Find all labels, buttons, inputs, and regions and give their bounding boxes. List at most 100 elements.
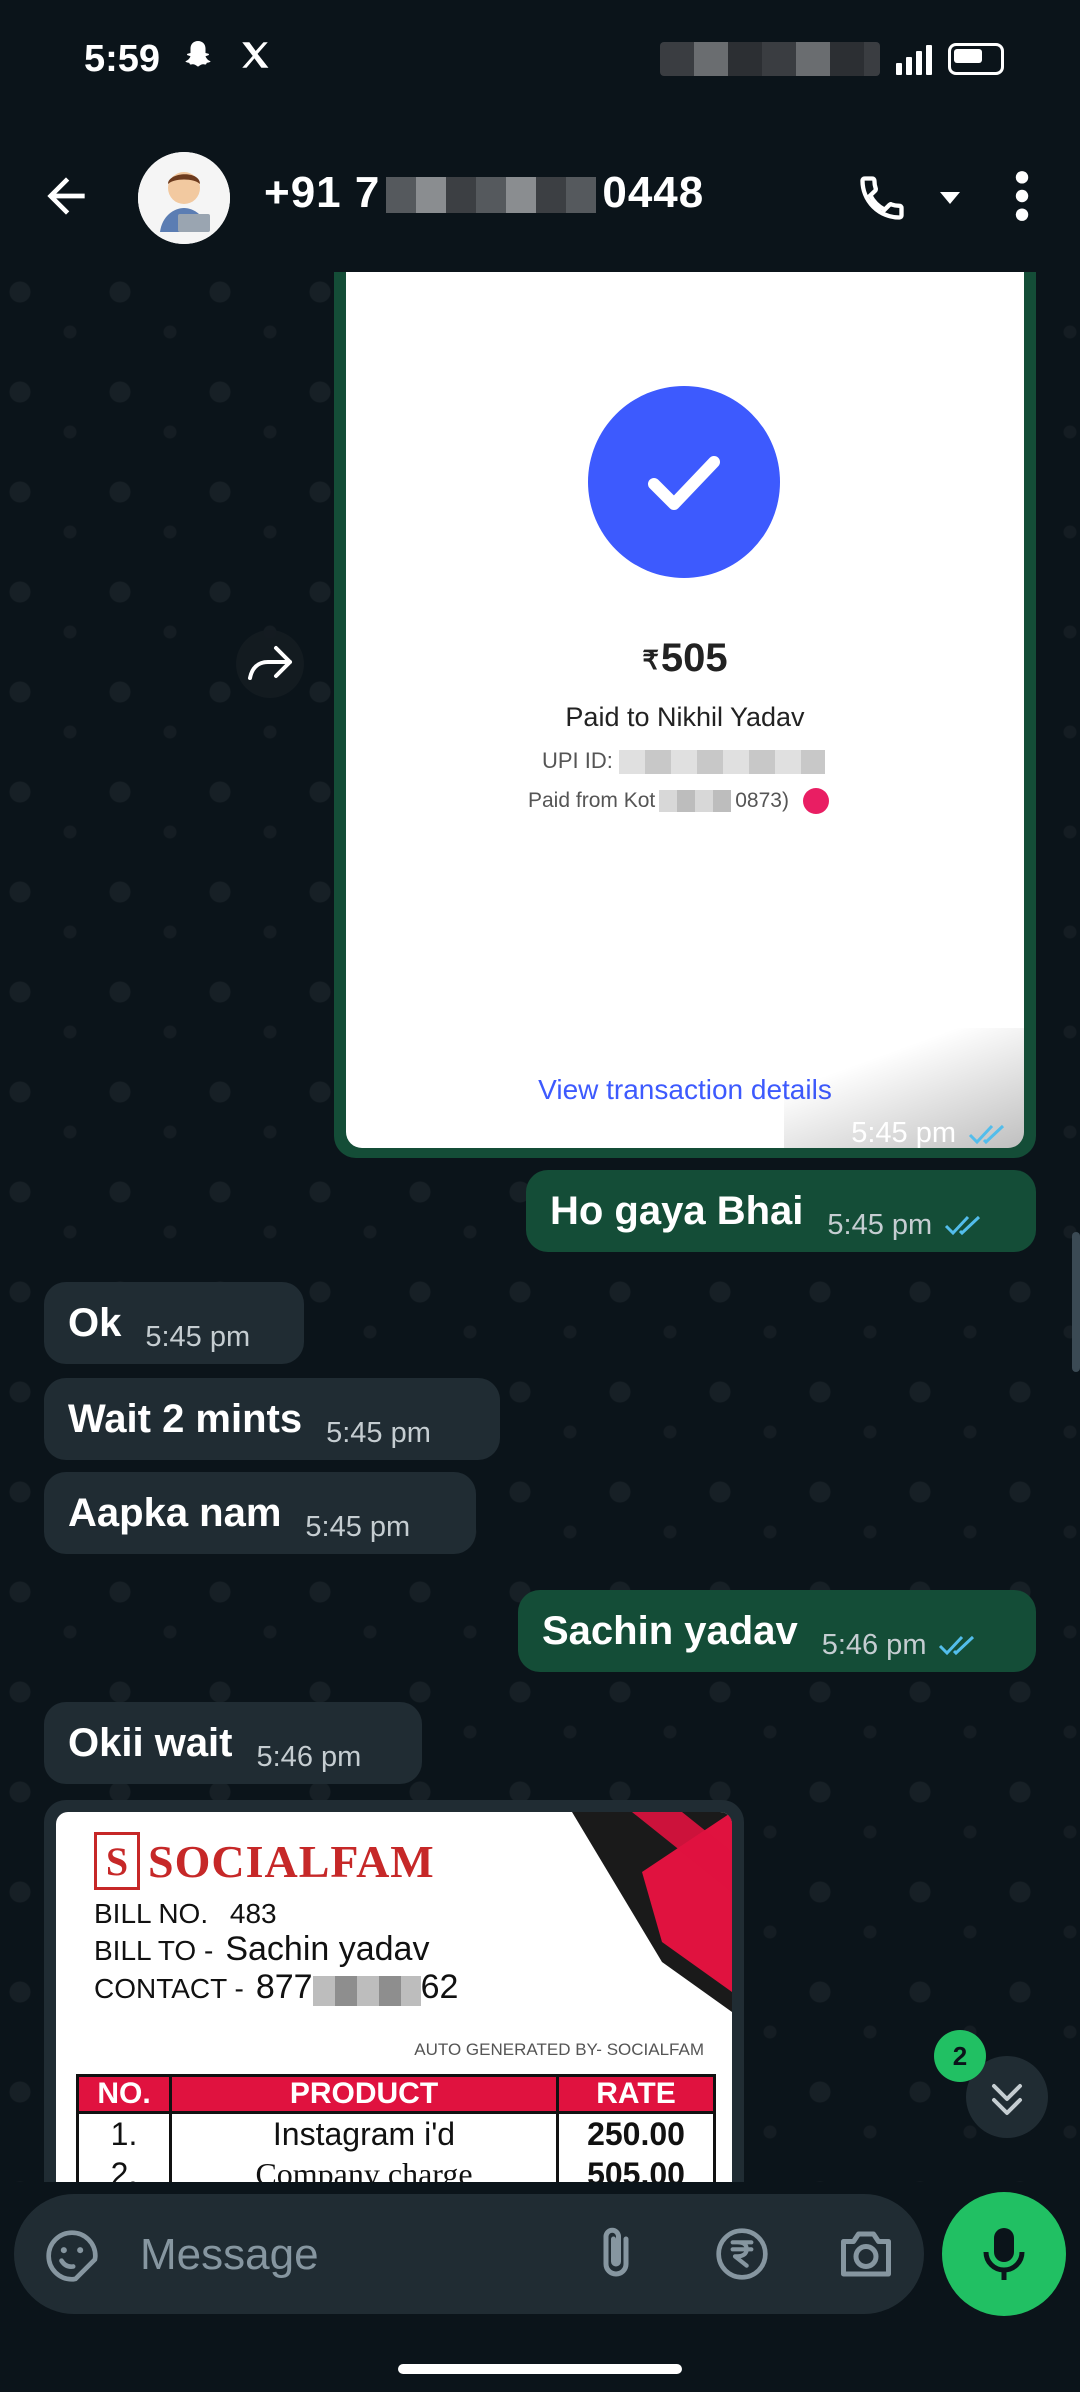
upi-label: UPI ID: xyxy=(542,748,613,773)
amount-value: 505 xyxy=(660,636,728,680)
battery-icon xyxy=(948,43,1004,75)
table-row: 2. Company charge 505.00 xyxy=(76,2154,716,2182)
microphone-icon xyxy=(983,2228,1025,2280)
contact-prefix: 877 xyxy=(255,1968,313,2006)
bill-number-row: BILL NO. 483 xyxy=(94,1898,277,1930)
forward-button[interactable] xyxy=(236,630,304,698)
message-meta: 5:45 pm xyxy=(827,1209,984,1242)
sticker-emoji-icon[interactable] xyxy=(44,2228,100,2284)
system-status xyxy=(660,42,1004,76)
scrollbar[interactable] xyxy=(1072,1232,1080,1372)
back-arrow-icon[interactable] xyxy=(38,168,94,224)
contact-suffix: 62 xyxy=(420,1968,459,2006)
voice-record-button[interactable] xyxy=(942,2192,1066,2316)
message-time: 5:46 pm xyxy=(821,1628,927,1661)
message-bubble-outgoing[interactable]: Sachin yadav 5:46 pm xyxy=(518,1590,1036,1672)
bill-to-label: BILL TO - xyxy=(94,1935,214,1966)
blurred-number xyxy=(386,177,597,214)
message-text: Sachin yadav xyxy=(542,1608,798,1653)
bill-corner-decoration xyxy=(572,1812,732,2012)
message-time: 5:46 pm xyxy=(256,1740,362,1773)
payment-receipt-image[interactable]: ₹505 Paid to Nikhil Yadav UPI ID: Paid f… xyxy=(346,272,1024,1148)
read-receipt-icon xyxy=(939,1635,975,1656)
header-product: PRODUCT xyxy=(169,2077,559,2111)
paid-from-suffix: 0873) xyxy=(735,789,789,812)
message-time: 5:45 pm xyxy=(851,1117,956,1149)
chat-area[interactable]: ₹505 Paid to Nikhil Yadav UPI ID: Paid f… xyxy=(0,272,1080,2182)
message-composer xyxy=(14,2194,924,2314)
message-text: Wait 2 mints xyxy=(68,1396,303,1441)
row-no: 1. xyxy=(110,2115,138,2152)
rupee-payment-icon[interactable] xyxy=(714,2226,770,2282)
paid-to-text: Paid to Nikhil Yadav xyxy=(565,702,805,732)
status-time: 5:59 xyxy=(84,38,161,80)
read-receipt-icon xyxy=(945,1215,981,1236)
message-time: 5:45 pm xyxy=(827,1208,933,1241)
bill-table-header: NO. PRODUCT RATE xyxy=(76,2074,716,2114)
contact-name[interactable]: +91 7 0448 xyxy=(264,168,704,218)
message-bubble-incoming[interactable]: Aapka nam 5:45 pm xyxy=(44,1472,476,1554)
message-bubble-incoming[interactable]: Wait 2 mints 5:45 pm xyxy=(44,1378,500,1460)
bill-to-value: Sachin yadav xyxy=(225,1930,430,1968)
row-product: Instagram i'd xyxy=(169,2114,559,2154)
camera-icon[interactable] xyxy=(836,2226,896,2282)
message-time: 5:45 pm xyxy=(305,1510,411,1543)
message-bubble-outgoing[interactable]: Ho gaya Bhai 5:45 pm xyxy=(526,1170,1036,1252)
message-text: Okii wait xyxy=(68,1720,233,1765)
more-options-icon[interactable] xyxy=(1004,168,1040,224)
message-text: Ho gaya Bhai xyxy=(550,1188,804,1233)
row-no: 2. xyxy=(110,2155,138,2183)
blurred-bank xyxy=(659,790,732,812)
message-bubble-incoming[interactable]: Ok 5:45 pm xyxy=(44,1282,304,1364)
bill-to-row: BILL TO - Sachin yadav xyxy=(94,1930,429,1969)
paid-from-row: Paid from Kot 0873) xyxy=(528,788,829,814)
message-bubble-incoming[interactable]: Okii wait 5:46 pm xyxy=(44,1702,422,1784)
row-rate: 505.00 xyxy=(587,2155,685,2183)
contact-label: CONTACT - xyxy=(94,1973,244,2004)
logo-text: SOCIALFAM xyxy=(148,1835,435,1887)
call-dropdown-icon[interactable] xyxy=(938,188,962,208)
blurred-upi xyxy=(618,750,825,775)
currency-symbol: ₹ xyxy=(642,644,659,675)
contact-number-prefix: +91 7 xyxy=(264,168,381,217)
message-input[interactable] xyxy=(138,2222,582,2288)
message-meta: 5:45 pm xyxy=(851,1117,1008,1150)
message-time: 5:45 pm xyxy=(326,1416,431,1449)
blurred-status-icons xyxy=(660,42,880,76)
bill-no-label: BILL NO. xyxy=(94,1898,209,1929)
contact-row: CONTACT - 877 62 xyxy=(94,1968,458,2007)
bank-logo-icon xyxy=(802,788,829,814)
payment-amount: ₹505 xyxy=(346,636,1024,681)
home-indicator[interactable] xyxy=(398,2364,682,2374)
chat-header: +91 7 0448 xyxy=(0,120,1080,272)
forward-icon xyxy=(248,646,292,680)
bill-table: NO. PRODUCT RATE 1. Instagram i'd 250.00… xyxy=(76,2074,716,2182)
row-product: Company charge xyxy=(169,2154,559,2182)
bill-image[interactable]: S SOCIALFAM BILL NO. 483 BILL TO - Sachin… xyxy=(56,1812,732,2182)
paperclip-icon[interactable] xyxy=(586,2224,646,2284)
signal-icon xyxy=(896,43,932,75)
logo-letter: S xyxy=(94,1832,140,1890)
table-row: 1. Instagram i'd 250.00 xyxy=(76,2114,716,2154)
message-time: 5:45 pm xyxy=(145,1320,251,1353)
payment-screenshot-message[interactable]: ₹505 Paid to Nikhil Yadav UPI ID: Paid f… xyxy=(334,272,1036,1158)
contact-avatar[interactable] xyxy=(138,152,230,244)
status-bar: 5:59 xyxy=(0,0,1080,120)
header-no: NO. xyxy=(97,2077,151,2110)
row-rate: 250.00 xyxy=(587,2115,685,2152)
avatar-illustration xyxy=(138,152,230,244)
socialfam-logo: S SOCIALFAM xyxy=(94,1832,435,1890)
message-text: Aapka nam xyxy=(68,1490,282,1535)
message-meta: 5:46 pm xyxy=(822,1629,979,1662)
success-check-icon xyxy=(588,386,780,578)
upi-id-row: UPI ID: xyxy=(542,748,825,775)
header-rate: RATE xyxy=(596,2077,676,2110)
contact-number-suffix: 0448 xyxy=(602,168,705,217)
notification-icons xyxy=(180,38,272,74)
phone-call-icon[interactable] xyxy=(856,172,908,224)
blurred-contact xyxy=(312,1975,421,2006)
paid-from-prefix: Paid from Kot xyxy=(528,789,656,812)
bill-image-message[interactable]: S SOCIALFAM BILL NO. 483 BILL TO - Sachin… xyxy=(44,1800,744,2182)
message-text: Ok xyxy=(68,1300,122,1345)
read-receipt-icon xyxy=(968,1124,1005,1144)
